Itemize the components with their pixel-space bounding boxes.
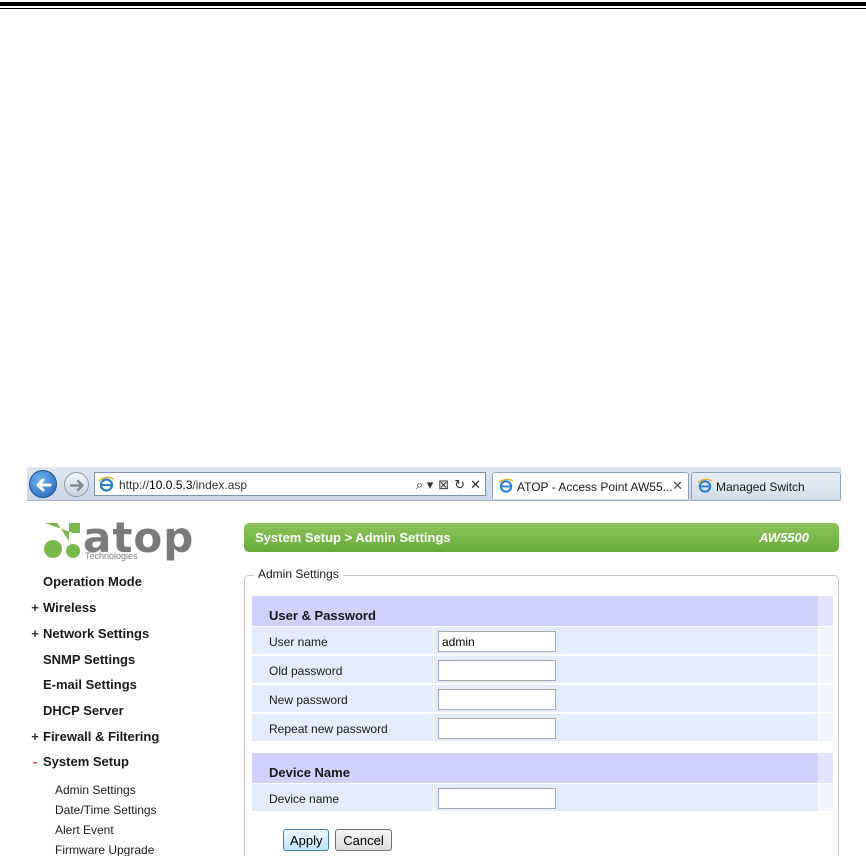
tab-managed-switch[interactable]: Managed Switch (691, 472, 841, 499)
url-path: /index.asp (192, 478, 248, 492)
page-header-bar: System Setup > Admin Settings AW5500 (244, 523, 839, 552)
sidebar-subitem-alert-event[interactable]: Alert Event (55, 823, 114, 837)
screenshot: http://10.0.5.3/index.asp ⌕ ▾ ⊠ ↻ ✕ ATOP… (27, 467, 841, 856)
sidebar-item-label: Wireless (43, 600, 97, 615)
field-label: New password (269, 693, 348, 707)
field-label: Repeat new password (269, 722, 388, 736)
column-divider (433, 656, 434, 683)
new-password-input[interactable] (438, 689, 556, 710)
sidebar-subitem-firmware-upgrade[interactable]: Firmware Upgrade (55, 843, 154, 856)
sidebar-item-system-setup[interactable]: - System Setup (27, 754, 129, 772)
apply-button[interactable]: Apply (283, 829, 329, 851)
address-url: http://10.0.5.3/index.asp (119, 478, 247, 492)
field-label: User name (269, 635, 328, 649)
document-header-rule (0, 2, 866, 6)
url-scheme: http:// (119, 478, 150, 492)
form-row-user-name: User name (252, 626, 833, 654)
forward-arrow-icon (69, 479, 84, 492)
row-end-cell (818, 714, 833, 741)
sidebar-item-label: E-mail Settings (43, 677, 137, 692)
collapse-minus-icon: - (32, 754, 38, 769)
repeat-new-password-input[interactable] (438, 718, 556, 739)
section-device-name: Device Name (252, 753, 833, 783)
sidebar-item-label: Firewall & Filtering (43, 729, 160, 744)
ie-logo-icon (697, 478, 713, 493)
sidebar-item-network-settings[interactable]: + Network Settings (27, 626, 149, 644)
document-header-rule-thin (0, 8, 866, 9)
url-host: 10.0.5.3 (149, 478, 193, 492)
section-title: Device Name (269, 765, 350, 780)
stop-icon[interactable]: ✕ (470, 477, 481, 493)
form-row-repeat-new-password: Repeat new password (252, 713, 833, 741)
sidebar-subitem-admin-settings[interactable]: Admin Settings (55, 783, 136, 797)
column-divider (433, 784, 434, 811)
sidebar-item-wireless[interactable]: + Wireless (27, 600, 96, 618)
sidebar-item-snmp-settings[interactable]: SNMP Settings (27, 652, 135, 670)
breadcrumb: System Setup > Admin Settings (255, 530, 451, 545)
tab-label: ATOP - Access Point AW55... (517, 480, 673, 494)
column-divider (433, 685, 434, 712)
fieldset-legend: Admin Settings (254, 567, 343, 581)
section-user-password: User & Password (252, 596, 833, 626)
compatibility-view-icon[interactable]: ⊠ (438, 477, 449, 493)
old-password-input[interactable] (438, 660, 556, 681)
back-button[interactable] (29, 470, 57, 498)
device-model: AW5500 (759, 530, 809, 545)
atop-logo: atop Technologies (43, 513, 193, 563)
forward-button[interactable] (64, 472, 89, 497)
tab-close-icon[interactable]: ✕ (672, 478, 683, 494)
field-label: Device name (269, 792, 340, 806)
row-end-cell (818, 784, 833, 811)
sidebar-item-label: Network Settings (43, 626, 150, 641)
refresh-icon[interactable]: ↻ (454, 477, 465, 493)
field-label: Old password (269, 664, 343, 678)
column-divider (433, 714, 434, 741)
back-arrow-icon (36, 478, 52, 492)
logo-subtitle: Technologies (85, 551, 138, 561)
column-divider (433, 627, 434, 654)
address-tools: ⌕ ▾ ⊠ ↻ ✕ (416, 475, 481, 495)
device-name-input[interactable] (438, 788, 556, 809)
form-row-new-password: New password (252, 684, 833, 712)
sidebar-item-label: SNMP Settings (43, 652, 136, 667)
sidebar-item-label: Operation Mode (43, 574, 142, 589)
tab-label: Managed Switch (716, 480, 805, 494)
expand-plus-icon: + (31, 600, 39, 615)
sidebar-subitem-date-time-settings[interactable]: Date/Time Settings (55, 803, 157, 817)
expand-plus-icon: + (31, 729, 39, 744)
form-row-device-name: Device name (252, 783, 833, 811)
cancel-button[interactable]: Cancel (335, 829, 392, 851)
ie-logo-icon (498, 478, 514, 493)
sidebar-item-email-settings[interactable]: E-mail Settings (27, 677, 137, 695)
search-icon[interactable]: ⌕ ▾ (416, 477, 433, 493)
sidebar-item-label: DHCP Server (43, 703, 124, 718)
sidebar-item-firewall-filtering[interactable]: + Firewall & Filtering (27, 729, 159, 747)
row-end-cell (818, 656, 833, 683)
sidebar-item-operation-mode[interactable]: Operation Mode (27, 574, 142, 592)
form-row-old-password: Old password (252, 655, 833, 683)
tab-atop-access-point[interactable]: ATOP - Access Point AW55... ✕ (492, 472, 689, 499)
ie-logo-icon (98, 476, 115, 492)
section-title: User & Password (269, 608, 376, 623)
sidebar-item-label: System Setup (43, 754, 129, 769)
address-bar[interactable]: http://10.0.5.3/index.asp ⌕ ▾ ⊠ ↻ ✕ (94, 472, 486, 496)
user-name-input[interactable] (438, 631, 556, 652)
browser-toolbar: http://10.0.5.3/index.asp ⌕ ▾ ⊠ ↻ ✕ ATOP… (27, 467, 841, 501)
row-end-cell (818, 685, 833, 712)
expand-plus-icon: + (31, 626, 39, 641)
row-end-cell (818, 627, 833, 654)
sidebar-item-dhcp-server[interactable]: DHCP Server (27, 703, 124, 721)
atop-logo-mark-icon (44, 523, 80, 558)
